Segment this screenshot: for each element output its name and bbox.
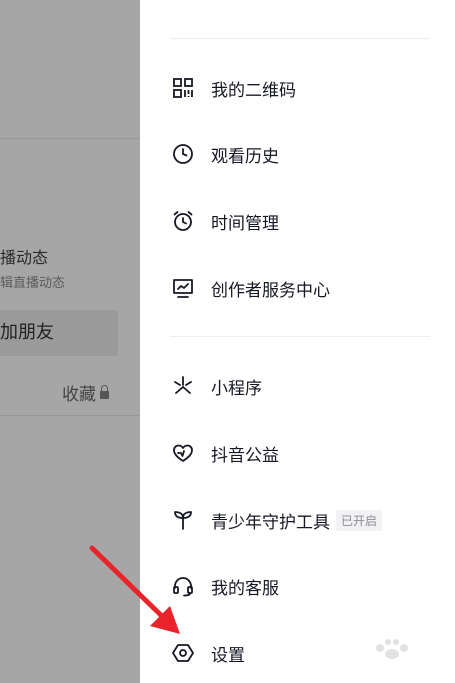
add-friend-label: 加朋友 xyxy=(0,322,54,343)
menu-item-label: 抖音公益 xyxy=(211,445,279,466)
dimmed-profile-backdrop[interactable]: 直播动态 辑直播动态 加朋友 收藏 xyxy=(0,0,140,683)
menu-item-customer-service[interactable]: 我的客服 xyxy=(170,566,279,606)
menu-item-youth-protection[interactable]: 青少年守护工具 已开启 xyxy=(170,500,383,540)
screen: 直播动态 辑直播动态 加朋友 收藏 xyxy=(0,0,455,683)
charity-heart-icon xyxy=(170,440,196,466)
paw-watermark-icon xyxy=(376,639,408,659)
sprout-icon xyxy=(170,507,196,533)
mini-program-icon xyxy=(170,373,196,399)
backdrop-divider xyxy=(0,138,140,139)
backdrop-divider xyxy=(0,415,140,416)
favorites-label: 收藏 xyxy=(62,385,96,405)
menu-item-label: 创作者服务中心 xyxy=(211,280,330,301)
menu-item-label: 小程序 xyxy=(211,378,262,399)
lock-icon xyxy=(100,384,109,399)
live-activity-title: 直播动态 xyxy=(0,248,49,267)
settings-hexagon-icon xyxy=(170,640,196,666)
menu-item-charity[interactable]: 抖音公益 xyxy=(170,433,279,473)
menu-item-label: 我的二维码 xyxy=(211,80,296,101)
enabled-status-badge: 已开启 xyxy=(336,509,383,531)
favorites-tab: 收藏 xyxy=(62,380,109,405)
qr-code-icon xyxy=(170,75,196,101)
menu-item-time-management[interactable]: 时间管理 xyxy=(170,201,279,241)
menu-item-label: 设置 xyxy=(211,645,245,666)
add-friend-button: 加朋友 xyxy=(0,310,118,356)
live-activity-subtitle: 辑直播动态 xyxy=(0,276,66,291)
menu-item-settings[interactable]: 设置 xyxy=(170,633,245,673)
creator-monitor-icon xyxy=(170,275,196,301)
menu-item-label: 我的客服 xyxy=(211,578,279,599)
menu-item-mini-programs[interactable]: 小程序 xyxy=(170,366,262,406)
drawer-divider xyxy=(170,38,430,39)
menu-item-creator-center[interactable]: 创作者服务中心 xyxy=(170,268,330,308)
menu-item-qr-code[interactable]: 我的二维码 xyxy=(170,68,296,108)
site-watermark xyxy=(340,630,450,680)
alarm-clock-icon xyxy=(170,208,196,234)
clock-icon xyxy=(170,141,196,167)
drawer-divider xyxy=(170,336,430,337)
side-drawer-menu: 我的二维码 观看历史 时间管理 创作者服务中心 小程序 抖音公益 青少年守护工具… xyxy=(140,0,455,683)
menu-item-watch-history[interactable]: 观看历史 xyxy=(170,134,279,174)
menu-item-label: 时间管理 xyxy=(211,213,279,234)
menu-item-label: 青少年守护工具 xyxy=(211,512,330,533)
menu-item-label: 观看历史 xyxy=(211,146,279,167)
headset-icon xyxy=(170,573,196,599)
